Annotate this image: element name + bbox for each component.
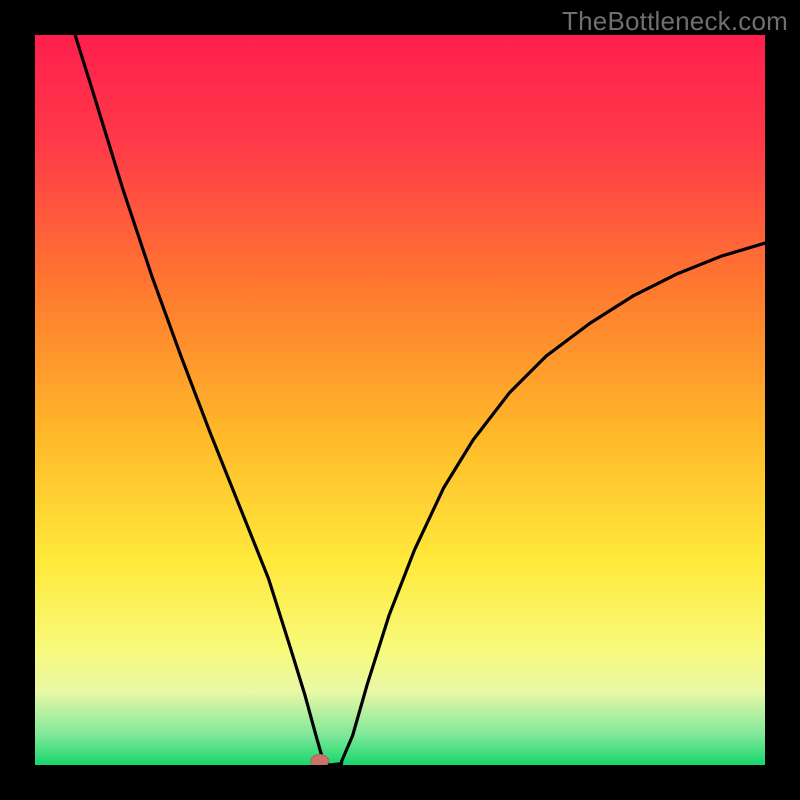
chart-frame: TheBottleneck.com xyxy=(0,0,800,800)
optimum-marker xyxy=(311,755,329,766)
watermark-text: TheBottleneck.com xyxy=(562,6,788,37)
chart-svg xyxy=(35,35,765,765)
gradient-background xyxy=(35,35,765,765)
plot-area xyxy=(35,35,765,765)
